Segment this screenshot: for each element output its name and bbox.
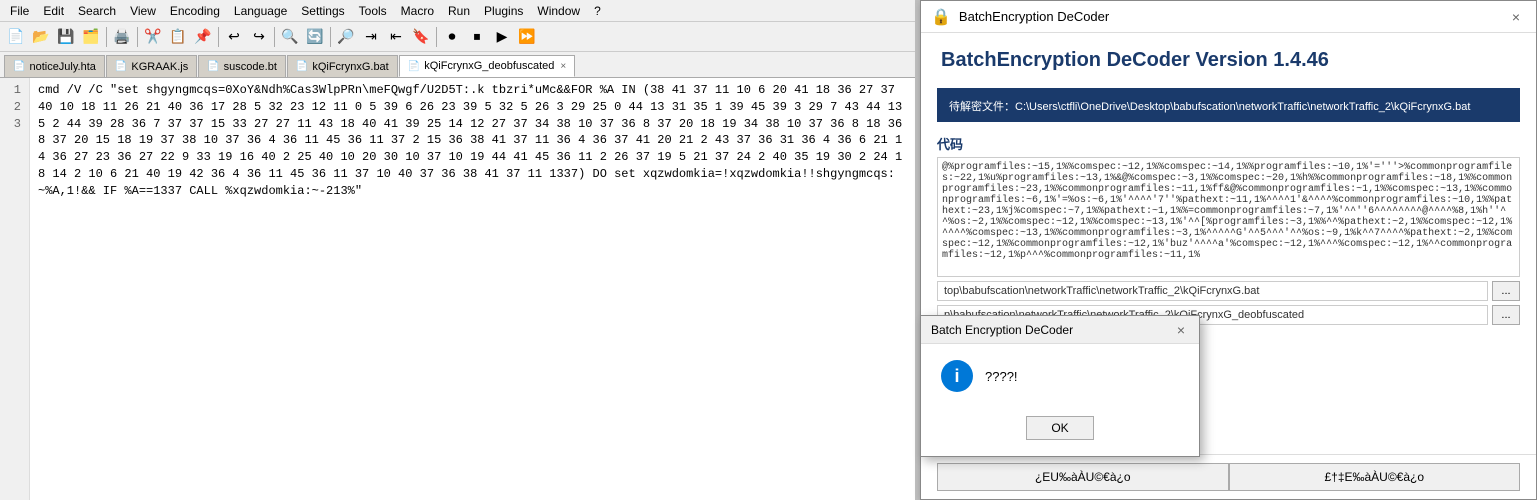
open-button[interactable]: 📂 bbox=[29, 25, 53, 49]
save-button[interactable]: 💾 bbox=[54, 25, 78, 49]
tab-icon-deobfuscated: 📄 bbox=[408, 61, 420, 72]
alert-buttons: OK bbox=[921, 408, 1199, 456]
menu-settings[interactable]: Settings bbox=[295, 2, 350, 20]
toolbar-sep-6 bbox=[436, 27, 437, 47]
bookmark-button[interactable]: 🔖 bbox=[409, 25, 433, 49]
alert-dialog: Batch Encryption DeCoder × i ????! OK bbox=[920, 315, 1200, 457]
decoder-code-area[interactable]: @%programfiles:~15,1%%comspec:~12,1%%com… bbox=[937, 157, 1520, 277]
line-number-2: 2 bbox=[8, 99, 21, 116]
menu-run[interactable]: Run bbox=[442, 2, 476, 20]
replace-button[interactable]: 🔄 bbox=[303, 25, 327, 49]
menu-view[interactable]: View bbox=[124, 2, 162, 20]
decoder-file-path: 待解密文件：C:\Users\ctfli\OneDrive\Desktop\ba… bbox=[949, 98, 1508, 114]
tab-close-deobfuscated[interactable]: × bbox=[560, 61, 566, 72]
tab-label-deobfuscated: kQiFcrynxG_deobfuscated bbox=[424, 60, 554, 72]
decoder-browse-btn-2[interactable]: ... bbox=[1492, 305, 1520, 325]
tab-deobfuscated[interactable]: 📄 kQiFcrynxG_deobfuscated × bbox=[399, 55, 576, 77]
decoder-bottom-buttons: ¿EU‰àÀU©€à¿o £†‡E‰àÀU©€à¿o bbox=[921, 454, 1536, 499]
tab-kqifcryxg[interactable]: 📄 kQiFcrynxG.bat bbox=[287, 55, 398, 77]
decoder-output-input-1[interactable] bbox=[937, 281, 1488, 301]
tab-icon-noticejuly: 📄 bbox=[13, 61, 25, 72]
tab-icon-suscode: 📄 bbox=[207, 61, 219, 72]
menu-help[interactable]: ? bbox=[588, 2, 607, 20]
line-number-1: 1 bbox=[8, 82, 21, 99]
tabs-bar: 📄 noticeJuly.hta 📄 KGRAAK.js 📄 suscode.b… bbox=[0, 52, 915, 78]
line-number-3: 3 bbox=[8, 116, 21, 133]
menu-plugins[interactable]: Plugins bbox=[478, 2, 529, 20]
record-button[interactable]: ⏺ bbox=[440, 25, 464, 49]
decoder-output-row-1: ... bbox=[937, 281, 1520, 301]
menu-search[interactable]: Search bbox=[72, 2, 122, 20]
decoder-header: BatchEncryption DeCoder Version 1.4.46 bbox=[921, 33, 1536, 80]
decoder-app-icon: 🔒 bbox=[931, 7, 951, 27]
tab-icon-kgraak: 📄 bbox=[115, 61, 127, 72]
decoder-browse-btn-1[interactable]: ... bbox=[1492, 281, 1520, 301]
tab-label-noticejuly: noticeJuly.hta bbox=[29, 61, 95, 73]
tab-suscode[interactable]: 📄 suscode.bt bbox=[198, 55, 286, 77]
menu-bar: File Edit Search View Encoding Language … bbox=[0, 0, 915, 22]
line-numbers: 1 2 3 bbox=[0, 78, 30, 500]
main-editor-window: File Edit Search View Encoding Language … bbox=[0, 0, 915, 500]
decoder-app-title: BatchEncryption DeCoder Version 1.4.46 bbox=[941, 49, 1516, 72]
alert-info-icon: i bbox=[941, 360, 973, 392]
menu-tools[interactable]: Tools bbox=[353, 2, 393, 20]
decoder-titlebar: 🔒 BatchEncryption DeCoder × bbox=[921, 1, 1536, 33]
alert-close-button[interactable]: × bbox=[1173, 322, 1189, 338]
tab-label-kgraak: KGRAAK.js bbox=[131, 61, 188, 73]
menu-file[interactable]: File bbox=[4, 2, 35, 20]
paste-button[interactable]: 📌 bbox=[191, 25, 215, 49]
code-editor[interactable]: cmd /V /C "set shgyngmcqs=0XoY&Ndh%Cas3W… bbox=[30, 78, 915, 500]
tab-kgraak[interactable]: 📄 KGRAAK.js bbox=[106, 55, 197, 77]
decoder-close-button[interactable]: × bbox=[1506, 7, 1526, 27]
run-macro-button[interactable]: ⏩ bbox=[515, 25, 539, 49]
toolbar-sep-4 bbox=[274, 27, 275, 47]
play-button[interactable]: ▶ bbox=[490, 25, 514, 49]
copy-button[interactable]: 📋 bbox=[166, 25, 190, 49]
alert-body: i ????! bbox=[921, 344, 1199, 408]
menu-encoding[interactable]: Encoding bbox=[164, 2, 226, 20]
toolbar: 📄 📂 💾 🗂️ 🖨️ ✂️ 📋 📌 ↩ ↪ 🔍 🔄 🔎 ⇥ ⇤ 🔖 ⏺ ⏹ ▶… bbox=[0, 22, 915, 52]
toolbar-sep-3 bbox=[218, 27, 219, 47]
new-button[interactable]: 📄 bbox=[4, 25, 28, 49]
print-button[interactable]: 🖨️ bbox=[110, 25, 134, 49]
toolbar-sep-2 bbox=[137, 27, 138, 47]
alert-titlebar-text: Batch Encryption DeCoder bbox=[931, 323, 1073, 337]
zoom-in-button[interactable]: 🔎 bbox=[334, 25, 358, 49]
save-all-button[interactable]: 🗂️ bbox=[79, 25, 103, 49]
menu-edit[interactable]: Edit bbox=[37, 2, 70, 20]
alert-message: ????! bbox=[985, 369, 1018, 384]
tab-label-kqifcryxg: kQiFcrynxG.bat bbox=[312, 61, 388, 73]
stop-button[interactable]: ⏹ bbox=[465, 25, 489, 49]
menu-macro[interactable]: Macro bbox=[395, 2, 440, 20]
menu-language[interactable]: Language bbox=[228, 2, 293, 20]
decoder-file-section: 待解密文件：C:\Users\ctfli\OneDrive\Desktop\ba… bbox=[937, 88, 1520, 122]
find-button[interactable]: 🔍 bbox=[278, 25, 302, 49]
indent-button[interactable]: ⇥ bbox=[359, 25, 383, 49]
cut-button[interactable]: ✂️ bbox=[141, 25, 165, 49]
tab-label-suscode: suscode.bt bbox=[224, 61, 277, 73]
decoder-titlebar-text: BatchEncryption DeCoder bbox=[959, 9, 1498, 24]
tab-noticejuly[interactable]: 📄 noticeJuly.hta bbox=[4, 55, 105, 77]
tab-icon-kqifcryxg: 📄 bbox=[296, 61, 308, 72]
unindent-button[interactable]: ⇤ bbox=[384, 25, 408, 49]
menu-window[interactable]: Window bbox=[531, 2, 586, 20]
decoder-code-label: 代码 bbox=[921, 130, 1536, 157]
editor-area: 1 2 3 cmd /V /C "set shgyngmcqs=0XoY&Ndh… bbox=[0, 78, 915, 500]
redo-button[interactable]: ↪ bbox=[247, 25, 271, 49]
decoder-decrypt-button[interactable]: ¿EU‰àÀU©€à¿o bbox=[937, 463, 1229, 491]
undo-button[interactable]: ↩ bbox=[222, 25, 246, 49]
decoder-encrypt-button[interactable]: £†‡E‰àÀU©€à¿o bbox=[1229, 463, 1521, 491]
toolbar-sep-1 bbox=[106, 27, 107, 47]
alert-titlebar: Batch Encryption DeCoder × bbox=[921, 316, 1199, 344]
toolbar-sep-5 bbox=[330, 27, 331, 47]
alert-ok-button[interactable]: OK bbox=[1026, 416, 1093, 440]
